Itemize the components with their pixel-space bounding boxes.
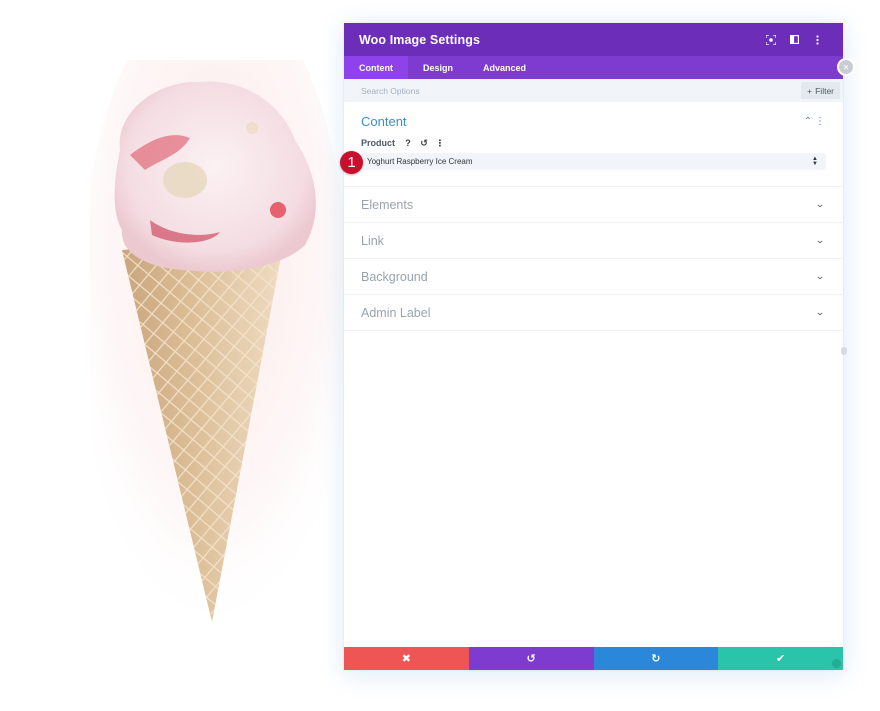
content-section: Content ⌃ ⋮ Product ? ↺ ⋮ Yoghurt Raspbe… [344,102,843,187]
check-icon: ✔ [776,653,786,665]
product-field-label-row: Product ? ↺ ⋮ [361,135,826,151]
reset-icon[interactable]: ↺ [416,135,432,151]
section-link[interactable]: Link ⌄ [344,223,843,259]
sidebar-toggle-icon[interactable] [783,29,805,51]
tab-design[interactable]: Design [408,56,468,79]
tab-advanced[interactable]: Advanced [468,56,541,79]
focus-icon[interactable] [760,29,782,51]
side-drag-handle[interactable] [841,347,847,355]
help-icon[interactable]: ? [400,135,416,151]
ice-cream-cone-image [90,60,350,640]
field-more-icon[interactable]: ⋮ [432,135,448,151]
more-options-icon[interactable] [806,29,828,51]
chevron-down-icon: ⌄ [815,307,825,317]
close-icon: ✖ [401,653,411,665]
product-select-value: Yoghurt Raspberry Ice Cream [367,157,473,166]
tab-content[interactable]: Content [344,56,408,79]
section-title: Link [361,233,384,248]
search-options-input[interactable] [361,85,802,96]
chevron-down-icon: ⌄ [815,199,825,209]
section-background[interactable]: Background ⌄ [344,259,843,295]
save-button[interactable]: ✔ [718,647,843,670]
side-close-icon[interactable]: ✕ [839,60,853,74]
filter-label: Filter [815,85,834,96]
undo-button[interactable]: ↺ [468,647,594,670]
tab-bar: Content Design Advanced [344,56,843,79]
chevron-down-icon: ⌄ [815,271,825,281]
section-title: Background [361,269,428,284]
stage: Woo Image Settings Content Design Advanc… [0,0,880,711]
panel-header: Woo Image Settings [344,23,843,56]
section-title: Elements [361,197,414,212]
step-badge: 1 [340,151,363,174]
content-section-header[interactable]: Content ⌃ ⋮ [361,112,826,130]
product-select[interactable]: Yoghurt Raspberry Ice Cream ▲ ▼ [361,153,826,170]
select-arrows-icon: ▲ ▼ [812,155,818,167]
undo-icon: ↺ [526,653,536,665]
search-row: + Filter [344,79,843,102]
section-title: Admin Label [361,305,431,320]
content-section-title: Content [361,113,407,129]
panel-footer: ✖ ↺ ↻ ✔ [344,647,843,670]
resize-handle[interactable] [832,659,841,668]
woo-image-settings-panel: Woo Image Settings Content Design Advanc… [344,23,843,670]
product-label: Product [361,138,396,148]
chevron-down-icon: ⌄ [815,235,825,245]
section-more-icon[interactable]: ⋮ [814,116,826,127]
redo-icon: ↻ [651,653,661,665]
filter-button[interactable]: + Filter [801,82,840,99]
redo-button[interactable]: ↻ [593,647,719,670]
section-admin-label[interactable]: Admin Label ⌄ [344,295,843,331]
plus-icon: + [807,85,813,96]
cancel-button[interactable]: ✖ [344,647,469,670]
panel-title: Woo Image Settings [359,32,481,47]
chevron-up-icon[interactable]: ⌃ [802,116,814,127]
section-elements[interactable]: Elements ⌄ [344,187,843,223]
